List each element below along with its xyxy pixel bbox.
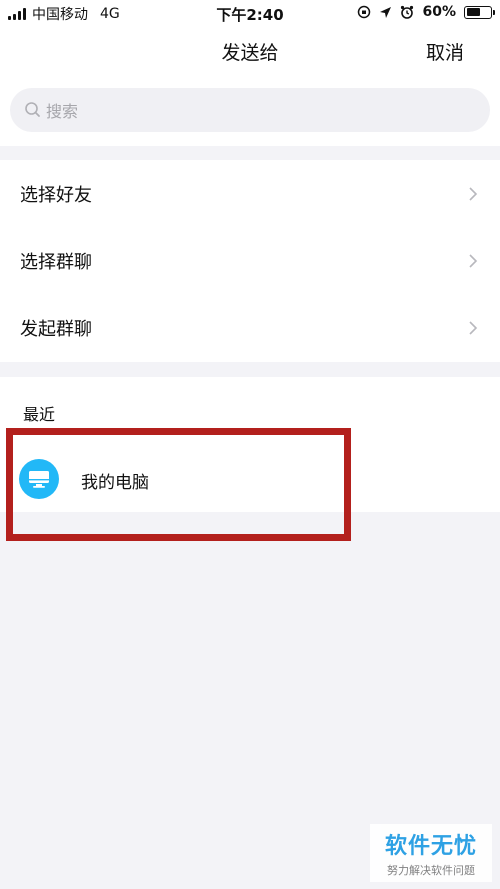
- chevron-right-icon: [469, 186, 478, 201]
- battery-label: 60%: [422, 4, 456, 20]
- cancel-button[interactable]: 取消: [426, 38, 464, 65]
- avatar: [19, 459, 59, 499]
- status-right: 60%: [357, 4, 495, 20]
- recent-item-my-computer[interactable]: 我的电脑: [0, 447, 500, 512]
- watermark-subtitle: 努力解决软件问题: [387, 864, 475, 877]
- recent-group: 最近 我的电脑: [0, 377, 500, 512]
- chevron-right-icon: [469, 253, 478, 268]
- alarm-icon: [401, 5, 414, 19]
- location-icon: [380, 6, 392, 18]
- rotation-lock-icon: [358, 5, 371, 19]
- menu-group: 选择好友 选择群聊 发起群聊: [0, 160, 500, 362]
- battery-fill: [466, 8, 481, 16]
- recent-item-name: 我的电脑: [81, 473, 149, 493]
- status-bar: 中国移动 4G 下午2:40 60%: [0, 0, 500, 26]
- menu-item-label: 选择好友: [20, 184, 92, 206]
- select-friends-item[interactable]: 选择好友: [0, 160, 500, 227]
- menu-item-label: 发起群聊: [20, 318, 92, 340]
- chevron-right-icon: [469, 320, 478, 335]
- nav-bar: 发送给 取消: [0, 26, 500, 78]
- battery-icon: [464, 5, 495, 19]
- select-group-chat-item[interactable]: 选择群聊: [0, 227, 500, 294]
- watermark: 软件无忧 努力解决软件问题: [370, 824, 492, 882]
- search-placeholder: 搜索: [46, 102, 79, 121]
- watermark-title: 软件无忧: [384, 834, 477, 859]
- search-input[interactable]: 搜索: [10, 88, 490, 132]
- search-icon: [25, 102, 40, 117]
- recent-header: 最近: [23, 405, 56, 424]
- start-group-chat-item[interactable]: 发起群聊: [0, 294, 500, 361]
- menu-item-label: 选择群聊: [20, 251, 92, 273]
- search-area: 搜索: [0, 78, 500, 146]
- monitor-icon: [29, 471, 49, 488]
